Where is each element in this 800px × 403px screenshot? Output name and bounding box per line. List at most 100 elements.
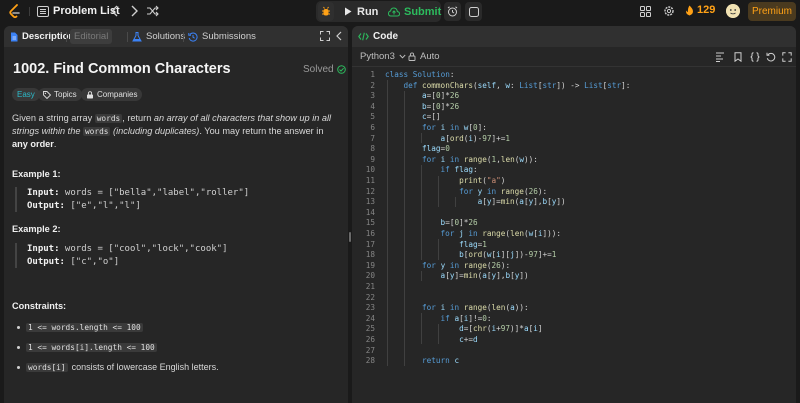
topics-tag[interactable]: Topics <box>38 88 82 101</box>
line-number: 4 <box>370 101 375 111</box>
code-text: for i in range(1,len(w)): <box>422 154 538 164</box>
inline-code: words <box>94 114 123 123</box>
line-number: 16 <box>365 229 375 238</box>
divider <box>127 32 128 42</box>
avatar[interactable] <box>726 4 740 18</box>
code-line[interactable]: 11 print("a") <box>352 176 796 187</box>
code-line[interactable]: 16 for j in range(len(w[i])): <box>352 229 796 240</box>
chevron-left-icon[interactable] <box>335 31 343 41</box>
code-line[interactable]: 17 flag=1 <box>352 240 796 251</box>
divider <box>66 32 67 42</box>
chevron-right-icon[interactable] <box>129 5 139 17</box>
leetcode-logo-icon[interactable] <box>8 4 22 19</box>
reset-icon[interactable] <box>766 52 776 62</box>
line-number: 10 <box>365 165 375 175</box>
code-text: if a[i]!=0: <box>440 313 492 323</box>
maximize-icon[interactable] <box>320 31 330 41</box>
code-line[interactable]: 26 c+=d <box>352 335 796 346</box>
code-text: for y in range(26): <box>459 186 548 196</box>
avatar-face-icon <box>726 4 740 18</box>
description-panel: Description Editorial Solutions Submissi… <box>4 26 348 403</box>
input-label: Input: <box>27 188 60 198</box>
chevron-left-icon[interactable] <box>110 5 120 17</box>
code-line[interactable]: 1 class Solution: <box>352 70 796 81</box>
auto-mode-toggle[interactable]: Auto <box>408 51 440 62</box>
debug-button[interactable] <box>318 2 334 21</box>
run-button[interactable]: Run <box>340 3 382 20</box>
code-line[interactable]: 10 if flag: <box>352 165 796 176</box>
code-line[interactable]: 20 a[y]=min(a[y],b[y]) <box>352 271 796 282</box>
braces-icon[interactable] <box>750 52 760 62</box>
code-line[interactable]: 8 flag=0 <box>352 144 796 155</box>
problem-description: Given a string array words, return an ar… <box>12 112 338 151</box>
panel-resize-handle[interactable] <box>349 232 351 242</box>
code-text: c=[] <box>422 112 441 122</box>
example-block: Input: words = ["bella","label","roller"… <box>15 187 335 212</box>
language-select[interactable]: Python3 <box>360 51 406 62</box>
shuffle-icon[interactable] <box>146 5 159 17</box>
code-editor[interactable]: 1 class Solution: 2 def commonChars(self, … <box>352 70 796 400</box>
notes-button[interactable] <box>465 2 482 21</box>
code-line[interactable]: 19 for y in range(26): <box>352 261 796 272</box>
constraints-title: Constraints: <box>12 301 67 311</box>
premium-button[interactable]: Premium <box>748 2 796 21</box>
code-line[interactable]: 21 <box>352 282 796 293</box>
tab-solutions[interactable]: Solutions <box>132 29 185 44</box>
description-tab-bar: Description Editorial Solutions Submissi… <box>4 26 348 47</box>
language-label: Python3 <box>360 51 395 62</box>
code-line[interactable]: 25 d=[chr(i+97)]*a[i] <box>352 324 796 335</box>
streak-counter[interactable]: 129 <box>685 4 715 16</box>
bookmark-icon[interactable] <box>733 52 743 62</box>
input-value: words = ["bella","label","roller"] <box>59 188 250 198</box>
timer-button[interactable] <box>444 2 461 21</box>
tab-editorial[interactable]: Editorial <box>70 29 113 44</box>
line-number: 9 <box>370 154 375 164</box>
problem-list-icon[interactable] <box>37 6 49 17</box>
maximize-icon[interactable] <box>782 52 792 62</box>
code-line[interactable]: 14 <box>352 208 796 219</box>
line-number: 26 <box>365 335 375 344</box>
code-line[interactable]: 24 if a[i]!=0: <box>352 314 796 325</box>
tab-submissions[interactable]: Submissions <box>188 29 256 44</box>
code-line[interactable]: 2 def commonChars(self, w: List[str]) ->… <box>352 81 796 92</box>
code-line[interactable]: 18 b[ord(w[i][j])-97]+=1 <box>352 250 796 261</box>
output-label: Output: <box>27 256 65 267</box>
line-number: 8 <box>370 144 375 154</box>
code-text: for i in w[0]: <box>422 123 487 132</box>
tab-code[interactable]: Code <box>358 29 398 44</box>
code-line[interactable]: 22 <box>352 293 796 304</box>
line-number: 25 <box>365 324 375 334</box>
code-line[interactable]: 12 for y in range(26): <box>352 187 796 198</box>
code-line[interactable]: 15 b=[0]*26 <box>352 218 796 229</box>
code-line[interactable]: 9 for i in range(1,len(w)): <box>352 155 796 166</box>
description-text: . <box>53 139 57 149</box>
flask-icon <box>132 31 142 41</box>
play-icon <box>345 7 352 16</box>
code-line[interactable]: 6 for i in w[0]: <box>352 123 796 134</box>
companies-tag[interactable]: Companies <box>81 88 143 101</box>
line-number: 7 <box>370 133 375 143</box>
code-text: b=[0]*26 <box>422 101 460 111</box>
code-line[interactable]: 27 <box>352 346 796 357</box>
constraint-code: words[i] <box>26 362 68 372</box>
note-icon <box>468 6 479 17</box>
code-line[interactable]: 23 for i in range(len(a)): <box>352 303 796 314</box>
code-line[interactable]: 3 a=[0]*26 <box>352 91 796 102</box>
code-line[interactable]: 28 return c <box>352 356 796 367</box>
code-text: for i in range(len(a)): <box>422 303 529 313</box>
code-text: a[y]=min(a[y],b[y]) <box>477 197 566 207</box>
code-line[interactable]: 4 b=[0]*26 <box>352 102 796 113</box>
check-circle-icon <box>336 65 346 74</box>
layout-grid-icon[interactable] <box>640 6 651 17</box>
tab-submissions-label: Submissions <box>202 31 256 42</box>
example-output: Output: ["c","o"] <box>27 256 335 269</box>
description-bold: any order <box>12 139 54 149</box>
gear-icon[interactable] <box>663 5 675 17</box>
format-icon[interactable] <box>715 52 725 62</box>
code-line[interactable]: 5 c=[] <box>352 112 796 123</box>
difficulty-tag[interactable]: Easy <box>12 88 40 101</box>
code-line[interactable]: 7 a[ord(i)-97]+=1 <box>352 134 796 145</box>
code-line[interactable]: 13 a[y]=min(a[y],b[y]) <box>352 197 796 208</box>
tab-description[interactable]: Description <box>10 29 74 44</box>
submit-button[interactable]: Submit <box>384 3 445 20</box>
